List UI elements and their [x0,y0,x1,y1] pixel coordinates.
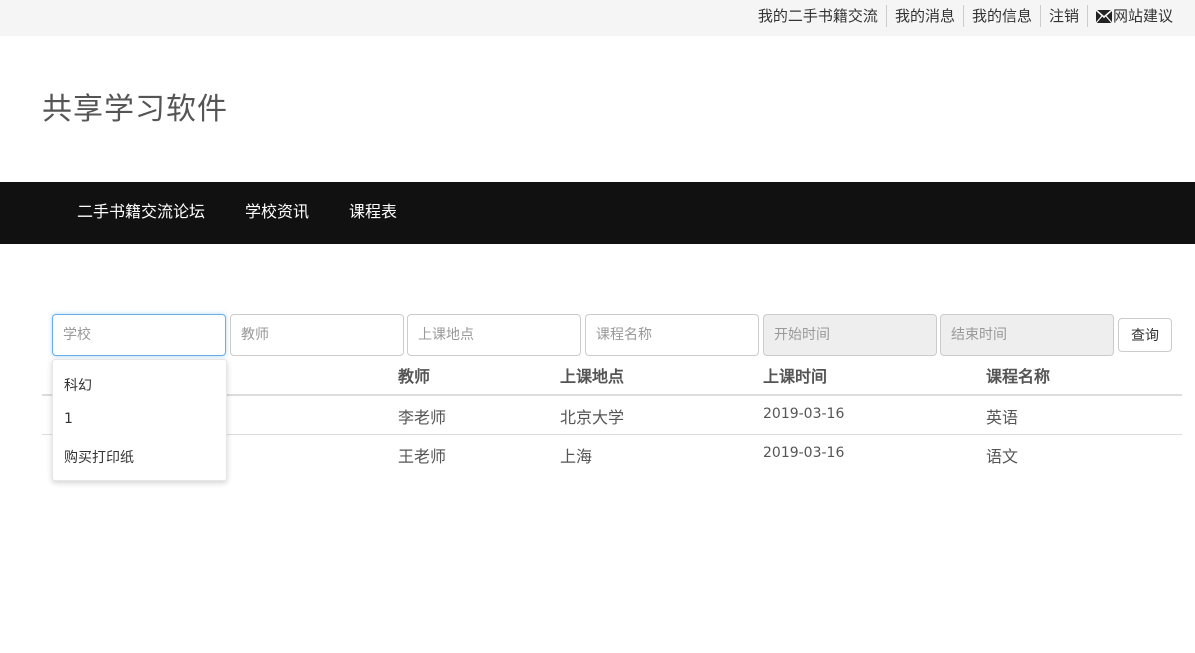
cell-course: 语文 [986,447,1019,466]
column-header-time: 上课时间 [763,367,828,386]
school-autocomplete-dropdown: 科幻 1 购买打印纸 [52,359,227,481]
course-name-input[interactable] [585,314,759,356]
location-input[interactable] [407,314,581,356]
nav-item-schedule[interactable]: 课程表 [349,182,397,244]
column-header-course: 课程名称 [986,367,1051,386]
autocomplete-option[interactable]: 科幻 [64,375,92,395]
nav-item-book-forum[interactable]: 二手书籍交流论坛 [77,182,205,244]
cell-location: 上海 [560,447,593,466]
my-messages-link[interactable]: 我的消息 [885,5,963,27]
cell-time: 2019-03-16 [763,445,845,461]
autocomplete-option[interactable]: 1 [64,411,73,427]
top-utility-bar: 我的二手书籍交流 我的消息 我的信息 注销 网站建议 [0,0,1195,36]
start-time-input[interactable] [763,314,937,356]
main-navbar: 二手书籍交流论坛 学校资讯 课程表 [0,182,1195,244]
column-header-teacher: 教师 [398,367,431,386]
cell-location: 北京大学 [560,408,625,427]
cell-course: 英语 [986,408,1019,427]
site-feedback-link[interactable]: 网站建议 [1086,5,1173,27]
column-header-location: 上课地点 [560,367,625,386]
school-input[interactable] [52,314,226,356]
nav-item-school-news[interactable]: 学校资讯 [245,182,309,244]
my-book-exchange-link[interactable]: 我的二手书籍交流 [758,5,886,27]
autocomplete-option[interactable]: 购买打印纸 [64,447,134,467]
logout-link[interactable]: 注销 [1039,5,1087,27]
envelope-icon [1095,9,1112,23]
my-info-link[interactable]: 我的信息 [962,5,1040,27]
site-feedback-label: 网站建议 [1112,7,1173,25]
teacher-input[interactable] [230,314,404,356]
query-button[interactable]: 查询 [1118,318,1172,352]
cell-time: 2019-03-16 [763,406,845,422]
site-title: 共享学习软件 [42,92,228,127]
cell-teacher: 李老师 [398,408,447,427]
cell-teacher: 王老师 [398,447,447,466]
end-time-input[interactable] [940,314,1114,356]
top-links: 我的二手书籍交流 我的消息 我的信息 注销 网站建议 [758,5,1173,27]
